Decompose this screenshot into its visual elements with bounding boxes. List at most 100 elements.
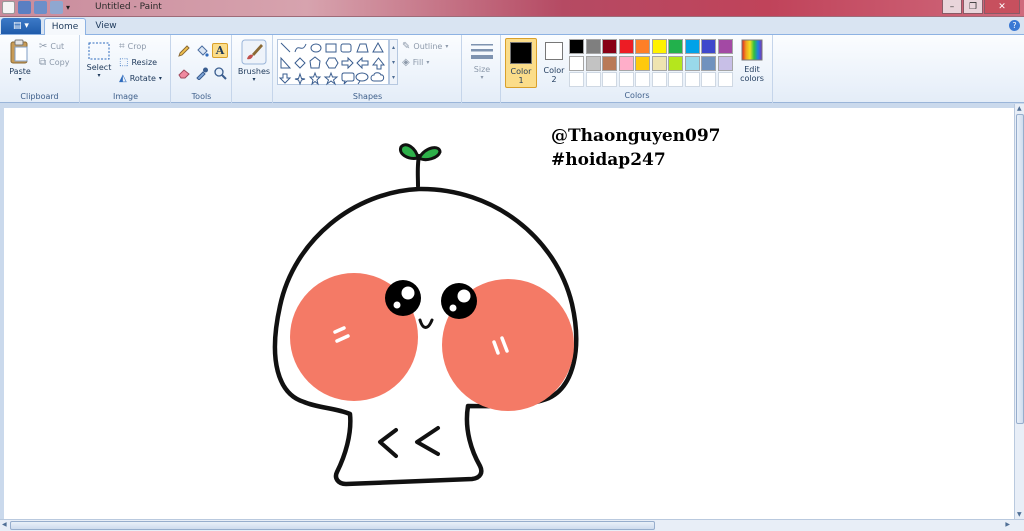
maximize-button[interactable]: ❐ (963, 0, 983, 14)
scroll-down-icon[interactable]: ▼ (1017, 511, 1022, 518)
canvas-text-box[interactable]: @Thaonguyen097 #hoidap247 (551, 124, 721, 172)
palette-swatch[interactable] (602, 39, 617, 54)
save-icon[interactable] (18, 1, 31, 14)
brushes-button[interactable]: Brushes ▾ (237, 39, 271, 83)
vertical-scroll-thumb[interactable] (1016, 114, 1024, 424)
ribbon-divider (772, 35, 773, 103)
shapes-gallery-scroll[interactable]: ▴ ▾ ▾ (389, 39, 398, 85)
palette-swatch[interactable] (635, 72, 650, 87)
outline-label: Outline (413, 42, 443, 51)
image-group-label: Image (112, 92, 139, 101)
left-eye (385, 280, 421, 316)
palette-swatch[interactable] (585, 55, 601, 71)
eraser-icon[interactable] (176, 65, 192, 80)
brushes-group: Brushes ▾ (233, 35, 273, 103)
palette-swatch[interactable] (651, 55, 667, 71)
shapes-gallery[interactable] (277, 39, 389, 86)
tab-home[interactable]: Home (44, 18, 86, 35)
palette-swatch[interactable] (618, 39, 634, 54)
sprout-stem (415, 154, 421, 188)
rotate-dropdown-icon[interactable]: ▾ (159, 75, 162, 82)
palette-swatch[interactable] (618, 72, 634, 87)
palette-swatch[interactable] (651, 39, 667, 54)
palette-swatch[interactable] (684, 55, 700, 71)
palette-swatch[interactable] (701, 72, 716, 87)
color1-button[interactable]: Color 1 (505, 38, 537, 88)
palette-swatch[interactable] (569, 55, 584, 71)
palette-swatch[interactable] (717, 72, 733, 87)
ribbon-tab-row: ▤ ▾ Home View ? (0, 17, 1024, 35)
cut-button[interactable]: ✂ Cut (39, 41, 64, 52)
canvas-text-line1: @Thaonguyen097 (551, 126, 721, 146)
palette-swatch[interactable] (668, 39, 683, 54)
palette-swatch[interactable] (684, 39, 700, 54)
close-button[interactable]: ✕ (984, 0, 1020, 14)
crop-button[interactable]: ⌗ Crop (119, 41, 146, 52)
minimize-button[interactable]: – (942, 0, 962, 14)
tools-group-label: Tools (191, 92, 212, 101)
palette-swatch[interactable] (717, 39, 733, 54)
palette-swatch[interactable] (635, 39, 650, 54)
paint-menu-button[interactable]: ▤ ▾ (1, 18, 41, 34)
rotate-button[interactable]: ◭ Rotate ▾ (119, 73, 162, 84)
palette-swatch[interactable] (585, 39, 601, 54)
scroll-right-icon[interactable]: ▶ (1005, 521, 1010, 528)
horizontal-scroll-thumb[interactable] (10, 521, 655, 530)
select-label: Select (86, 63, 112, 72)
resize-label: Resize (131, 58, 158, 67)
palette-swatch[interactable] (602, 72, 617, 87)
text-icon[interactable]: A (212, 43, 228, 58)
pencil-icon[interactable] (176, 43, 192, 58)
redo-icon[interactable] (50, 1, 63, 14)
help-icon[interactable]: ? (1009, 20, 1020, 31)
paste-icon (10, 39, 28, 64)
palette-swatch[interactable] (701, 55, 716, 71)
scroll-left-icon[interactable]: ◀ (2, 521, 7, 528)
undo-icon[interactable] (34, 1, 47, 14)
palette-swatch[interactable] (618, 55, 634, 71)
paste-dropdown-icon[interactable]: ▾ (5, 76, 35, 83)
color2-button[interactable]: Color 2 (538, 38, 570, 88)
palette-swatch[interactable] (585, 72, 601, 87)
paint-app-icon[interactable] (2, 1, 15, 14)
color1-label-line2: 1 (518, 76, 524, 85)
rainbow-palette-icon (741, 39, 763, 61)
cut-label: Cut (50, 42, 65, 51)
vertical-scrollbar[interactable]: ▲ ▼ (1014, 104, 1024, 519)
quick-access-toolbar: ▾ (2, 1, 74, 14)
paste-label: Paste (9, 67, 31, 76)
rotate-icon: ◭ (119, 73, 127, 84)
palette-swatch[interactable] (635, 55, 650, 71)
color-picker-icon[interactable] (194, 65, 210, 80)
select-button[interactable]: Select ▾ (85, 41, 113, 79)
edit-colors-button[interactable]: Edit colors (735, 39, 769, 83)
palette-swatch[interactable] (569, 39, 584, 54)
scroll-up-icon[interactable]: ▲ (1017, 105, 1022, 112)
palette-swatch[interactable] (701, 39, 716, 54)
palette-swatch[interactable] (602, 55, 617, 71)
tab-view[interactable]: View (88, 18, 124, 35)
palette-swatch[interactable] (651, 72, 667, 87)
palette-swatch[interactable] (569, 72, 584, 87)
outline-button[interactable]: ✎ Outline ▾ (402, 41, 448, 52)
horizontal-scrollbar[interactable]: ◀ ▶ (0, 519, 1024, 531)
fill-bucket-icon: ◈ (402, 57, 410, 68)
palette-swatch[interactable] (668, 55, 683, 71)
magnifier-icon[interactable] (212, 65, 228, 80)
customize-qat-dropdown-icon[interactable]: ▾ (66, 1, 74, 14)
resize-button[interactable]: ⬚ Resize (119, 57, 157, 68)
brushes-dropdown-icon[interactable]: ▾ (237, 76, 271, 83)
window-title: Untitled - Paint (95, 2, 162, 12)
paste-button[interactable]: Paste ▾ (5, 39, 35, 83)
select-dropdown-icon[interactable]: ▾ (85, 72, 113, 79)
drawing-canvas[interactable]: @Thaonguyen097 #hoidap247 (4, 108, 1014, 519)
palette-swatch[interactable] (684, 72, 700, 87)
fill-shape-button[interactable]: ◈ Fill ▾ (402, 57, 429, 68)
fill-icon[interactable] (194, 43, 210, 58)
clipboard-group-label: Clipboard (20, 92, 59, 101)
copy-button[interactable]: ⧉ Copy (39, 57, 69, 68)
sprout-right-leaf (416, 146, 442, 162)
size-button[interactable]: Size ▾ (467, 41, 497, 81)
palette-swatch[interactable] (717, 55, 733, 71)
palette-swatch[interactable] (668, 72, 683, 87)
